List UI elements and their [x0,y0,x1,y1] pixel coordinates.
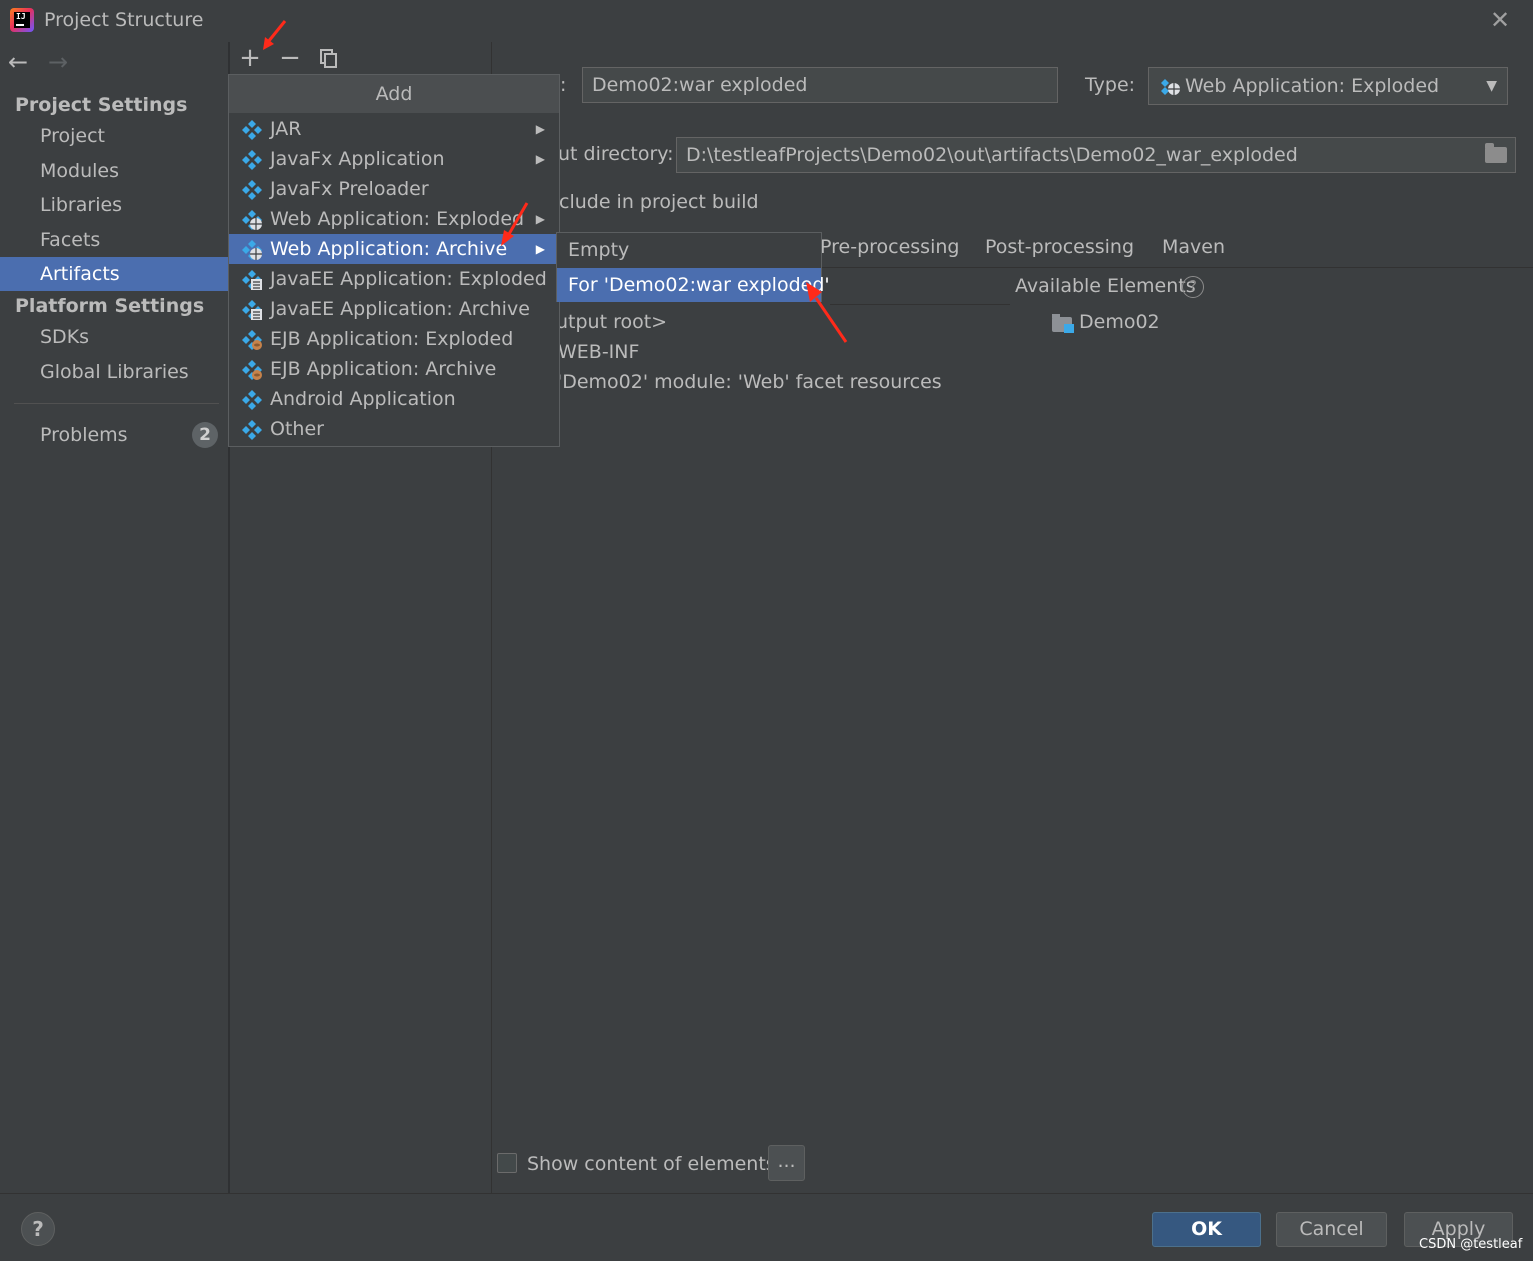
more-options-button[interactable]: ... [768,1145,805,1181]
menu-item-ejb-application-exploded[interactable]: EJB Application: Exploded [229,324,559,354]
submenu-arrow-icon: ▶ [535,122,545,136]
submenu-item-for-demo02[interactable]: For 'Demo02:war exploded' [557,268,830,302]
menu-item-label: Web Application: Exploded [270,208,525,230]
output-directory-label: ut directory: [558,143,674,165]
javaee-artifact-icon [242,270,262,290]
folder-browse-icon[interactable] [1485,143,1507,163]
problems-count-badge: 2 [192,422,218,448]
artifact-icon [242,150,262,170]
back-arrow-icon[interactable]: ← [8,48,38,76]
annotation-arrow-for-demo02 [806,282,848,343]
menu-item-jar[interactable]: JAR ▶ [229,114,559,144]
ok-button[interactable]: OK [1152,1212,1261,1247]
menu-item-android-application[interactable]: Android Application [229,384,559,414]
close-icon[interactable]: ✕ [1486,6,1514,34]
artifact-icon [242,390,262,410]
window-title: Project Structure [44,9,204,31]
menu-item-label: JavaEE Application: Archive [270,298,530,320]
sidebar-item-modules[interactable]: Modules [0,154,228,188]
available-elements-label: Available Elements [1015,275,1196,297]
chevron-down-icon: ▼ [1486,78,1497,94]
menu-item-label: JAR [270,118,302,140]
include-in-build-label[interactable]: clude in project build [559,191,759,213]
submenu-arrow-icon: ▶ [535,212,545,226]
menu-item-label: JavaFx Preloader [270,178,429,200]
artifact-type-select[interactable]: Web Application: Exploded ▼ [1148,67,1508,105]
sidebar-divider [14,403,219,404]
menu-item-javaee-application-archive[interactable]: JavaEE Application: Archive [229,294,559,324]
web-artifact-icon [242,240,262,260]
menu-item-label: Android Application [270,388,456,410]
submenu-arrow-icon: ▶ [535,152,545,166]
tab-post-processing[interactable]: Post-processing [985,236,1134,258]
menu-item-javafx-application[interactable]: JavaFx Application ▶ [229,144,559,174]
intellij-logo-icon: IJ [10,8,34,32]
web-artifact-icon [1161,79,1180,95]
artifact-icon [242,180,262,200]
type-label: Type: [1085,74,1136,96]
watermark: CSDN @testleaf [1419,1237,1523,1252]
tab-pre-processing[interactable]: Pre-processing [820,236,959,258]
annotation-arrow-add [263,20,287,50]
copy-icon[interactable] [314,44,342,72]
forward-arrow-icon[interactable]: → [48,48,78,76]
sidebar-item-project[interactable]: Project [0,119,228,153]
title-bar [0,0,1533,42]
bottom-divider [0,1193,1533,1194]
menu-item-label: EJB Application: Exploded [270,328,514,350]
tree-item-web-inf[interactable]: WEB-INF [558,341,639,363]
name-label: : [560,74,567,96]
artifact-name-input[interactable]: Demo02:war exploded [582,67,1058,103]
tree-header-divider [830,304,1010,305]
available-tree-item-demo02[interactable]: Demo02 [1079,311,1160,333]
menu-item-label: Web Application: Archive [270,238,508,260]
tree-item-output-root[interactable]: utput root> [556,311,667,333]
show-content-label: Show content of elements [527,1153,776,1175]
javaee-artifact-icon [242,300,262,320]
sidebar-item-global-libraries[interactable]: Global Libraries [0,355,228,389]
platform-settings-header: Platform Settings [15,295,205,317]
ejb-artifact-icon [242,330,262,350]
sidebar-item-facets[interactable]: Facets [0,223,228,257]
sidebar-item-sdks[interactable]: SDKs [0,320,228,354]
output-directory-value: D:\testleafProjects\Demo02\out\artifacts… [686,144,1298,166]
output-directory-input[interactable]: D:\testleafProjects\Demo02\out\artifacts… [676,137,1516,173]
menu-item-label: EJB Application: Archive [270,358,497,380]
annotation-arrow-archive [501,202,529,246]
help-button[interactable]: ? [21,1212,55,1246]
tab-maven[interactable]: Maven [1162,236,1225,258]
show-content-checkbox[interactable] [497,1153,517,1173]
artifact-type-value: Web Application: Exploded [1185,75,1440,97]
menu-item-label: JavaEE Application: Exploded [270,268,547,290]
sidebar-item-libraries[interactable]: Libraries [0,188,228,222]
menu-item-label: JavaFx Application [270,148,445,170]
project-settings-header: Project Settings [15,94,188,116]
tree-item-facet-resources[interactable]: 'Demo02' module: 'Web' facet resources [557,371,942,393]
submenu-item-empty[interactable]: Empty [557,233,821,267]
web-artifact-icon [242,210,262,230]
artifact-icon [242,120,262,140]
archive-submenu: Empty For 'Demo02:war exploded' [556,232,830,302]
menu-item-label: Other [270,418,324,440]
menu-item-other[interactable]: Other [229,414,559,444]
ejb-artifact-icon [242,360,262,380]
sidebar-item-artifacts[interactable]: Artifacts [0,257,228,291]
module-folder-icon [1052,314,1074,333]
add-menu-title: Add [229,75,559,113]
artifact-icon [242,420,262,440]
add-menu: Add JAR ▶ JavaFx Application ▶ JavaFx Preloa… [228,74,560,447]
menu-item-javaee-application-exploded[interactable]: JavaEE Application: Exploded [229,264,559,294]
menu-item-ejb-application-archive[interactable]: EJB Application: Archive [229,354,559,384]
submenu-arrow-icon: ▶ [535,242,545,256]
cancel-button[interactable]: Cancel [1276,1212,1387,1247]
help-circle-icon[interactable]: ? [1182,276,1204,298]
